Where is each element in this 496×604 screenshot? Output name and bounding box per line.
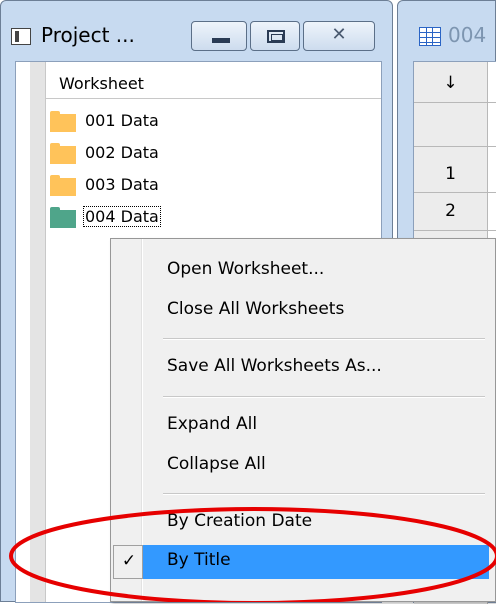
menu-item-save-all-worksheets-as[interactable]: Save All Worksheets As... xyxy=(115,351,489,385)
minimize-icon xyxy=(212,38,230,43)
close-button[interactable]: ✕ xyxy=(303,21,375,51)
menu-item-open-worksheet[interactable]: Open Worksheet... xyxy=(115,254,489,288)
check-box: ✓ xyxy=(113,545,143,579)
grid-line xyxy=(414,192,496,193)
tree-item-003-data[interactable]: 003 Data xyxy=(85,175,159,194)
menu-separator xyxy=(163,493,485,495)
folder-icon xyxy=(50,175,76,196)
project-window-title: Project ... xyxy=(41,23,135,47)
menu-item-by-creation-date[interactable]: By Creation Date xyxy=(115,506,489,540)
tree-gutter xyxy=(30,62,46,602)
menu-item-by-title[interactable]: ✓ By Title xyxy=(113,545,489,579)
menu-item-label: Expand All xyxy=(167,414,258,434)
grid-line xyxy=(414,230,496,231)
menu-item-label: Save All Worksheets As... xyxy=(167,356,382,376)
worksheet-window-title[interactable]: 004 xyxy=(448,23,486,47)
maximize-button[interactable] xyxy=(250,21,300,51)
menu-separator xyxy=(163,338,485,340)
menu-item-label: By Creation Date xyxy=(167,511,313,531)
close-icon: ✕ xyxy=(331,24,347,45)
menu-item-collapse-all[interactable]: Collapse All xyxy=(115,449,489,483)
context-menu: Open Worksheet... Close All Worksheets S… xyxy=(110,238,496,602)
tree-item-001-data[interactable]: 001 Data xyxy=(85,111,159,130)
folder-icon xyxy=(50,111,76,132)
menu-item-expand-all[interactable]: Expand All xyxy=(115,409,489,443)
tree-item-002-data[interactable]: 002 Data xyxy=(85,143,159,162)
table-icon xyxy=(419,27,441,46)
menu-item-label: By Title xyxy=(167,550,231,570)
folder-icon xyxy=(50,207,76,228)
row-header-2[interactable]: 2 xyxy=(414,201,487,221)
grid-line xyxy=(414,102,496,103)
menu-separator xyxy=(163,396,485,398)
menu-item-close-all-worksheets[interactable]: Close All Worksheets xyxy=(115,294,489,328)
minimize-button[interactable] xyxy=(191,21,247,51)
menu-item-label: Close All Worksheets xyxy=(167,299,345,319)
grid-line xyxy=(414,146,496,147)
menu-item-label: Open Worksheet... xyxy=(167,259,325,279)
checkmark-icon: ✓ xyxy=(121,551,137,571)
header-divider xyxy=(46,98,381,99)
tree-column-header[interactable]: Worksheet xyxy=(59,74,144,93)
row-header-1[interactable]: 1 xyxy=(414,164,487,184)
menu-item-label: Collapse All xyxy=(167,454,266,474)
tree-item-004-data[interactable]: 004 Data xyxy=(83,206,161,227)
folder-icon xyxy=(50,143,76,164)
sort-arrow-icon[interactable]: ↓ xyxy=(414,73,487,93)
project-window-icon xyxy=(11,28,31,45)
restore-icon xyxy=(267,30,285,43)
